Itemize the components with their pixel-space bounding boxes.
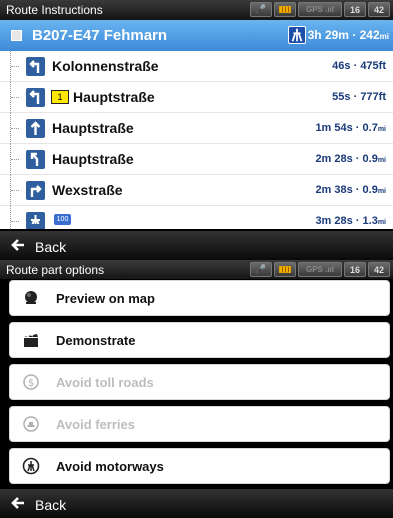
option-label: Avoid motorways [56, 459, 164, 474]
route-header[interactable]: B207-E47 Fehmarn 3h 29m · 242mi [0, 20, 393, 51]
clock-minute: 42 [368, 2, 390, 17]
battery-icon [274, 262, 296, 277]
back-button[interactable]: Back [0, 489, 393, 518]
list-item[interactable]: 100 3m 28s · 1.3mi [0, 206, 393, 229]
status-icons: 🎤 GPS .ııl 16 42 [250, 2, 390, 17]
demonstrate-button[interactable]: Demonstrate [9, 322, 390, 358]
avoid-toll-roads-button[interactable]: $ Avoid toll roads [9, 364, 390, 400]
status-icons: 🎤 GPS .ııl 16 42 [250, 262, 390, 277]
gps-signal-icon: GPS .ııl [298, 2, 342, 17]
avoid-ferries-button[interactable]: Avoid ferries [9, 406, 390, 442]
time-distance: 55s · 777ft [332, 91, 386, 103]
back-label: Back [35, 497, 67, 513]
road-number-shield: 100 [54, 214, 71, 225]
time-distance: 1m 54s · 0.7mi [315, 122, 386, 134]
route-road-name: B207-E47 Fehmarn [32, 27, 168, 44]
clapperboard-icon [24, 334, 38, 347]
battery-icon [274, 2, 296, 17]
clock-hour: 16 [344, 2, 366, 17]
time-distance: 46s · 475ft [332, 60, 386, 72]
time-distance: 3m 28s · 1.3mi [315, 215, 386, 227]
option-label: Demonstrate [56, 333, 136, 348]
motorway-icon [22, 457, 40, 475]
keep-left-icon [26, 88, 45, 107]
time-distance: 2m 38s · 0.9mi [315, 184, 386, 196]
list-item[interactable]: Hauptstraße 2m 28s · 0.9mi [0, 144, 393, 175]
gps-signal-icon: GPS .ııl [298, 262, 342, 277]
list-item[interactable]: 1 Hauptstraße 55s · 777ft [0, 82, 393, 113]
microphone-icon[interactable]: 🎤 [250, 262, 272, 277]
street-name: Hauptstraße [52, 120, 134, 136]
option-label: Avoid toll roads [56, 375, 154, 390]
straight-icon [26, 119, 45, 138]
option-label: Avoid ferries [56, 417, 135, 432]
ferry-icon [23, 416, 39, 432]
back-arrow-icon [11, 239, 24, 251]
motorway-icon [288, 26, 306, 44]
panel-title: Route part options [6, 263, 105, 277]
preview-on-map-button[interactable]: Preview on map [9, 280, 390, 316]
list-item[interactable]: Kolonnenstraße 46s · 475ft [0, 51, 393, 82]
panel-title: Route Instructions [6, 3, 103, 17]
turn-left-icon [26, 57, 45, 76]
list-item[interactable]: Wexstraße 2m 38s · 0.9mi [0, 175, 393, 206]
back-arrow-icon [11, 497, 24, 509]
clock-minute: 42 [368, 262, 390, 277]
back-button[interactable]: Back [0, 231, 393, 260]
back-label: Back [35, 239, 67, 255]
dollar-icon: $ [23, 374, 39, 390]
collapse-checkbox[interactable] [11, 30, 22, 41]
options-title-bar: Route part options 🎤 GPS .ııl 16 42 [0, 260, 393, 280]
street-name: Wexstraße [52, 182, 123, 198]
turn-right-icon [26, 181, 45, 200]
list-item[interactable]: Hauptstraße 1m 54s · 0.7mi [0, 113, 393, 144]
exit-number-badge: 1 [51, 90, 69, 104]
option-label: Preview on map [56, 291, 155, 306]
svg-text:$: $ [28, 378, 34, 389]
time-distance: 2m 28s · 0.9mi [315, 153, 386, 165]
street-name: Kolonnenstraße [52, 58, 159, 74]
microphone-icon[interactable]: 🎤 [250, 2, 272, 17]
instruction-list[interactable]: Kolonnenstraße 46s · 475ft 1 Hauptstraße… [0, 51, 393, 229]
avoid-motorways-button[interactable]: Avoid motorways [9, 448, 390, 484]
clock-hour: 16 [344, 262, 366, 277]
street-name: Hauptstraße [73, 89, 155, 105]
next-item-icon-peek [26, 224, 45, 229]
street-name: Hauptstraße [52, 151, 134, 167]
slight-left-icon [26, 150, 45, 169]
top-title-bar: Route Instructions 🎤 GPS .ııl 16 42 [0, 0, 393, 20]
route-part-options: Preview on map Demonstrate $ Avoid toll … [0, 279, 393, 489]
globe-icon [25, 291, 37, 304]
route-summary: 3h 29m · 242mi [307, 28, 389, 42]
